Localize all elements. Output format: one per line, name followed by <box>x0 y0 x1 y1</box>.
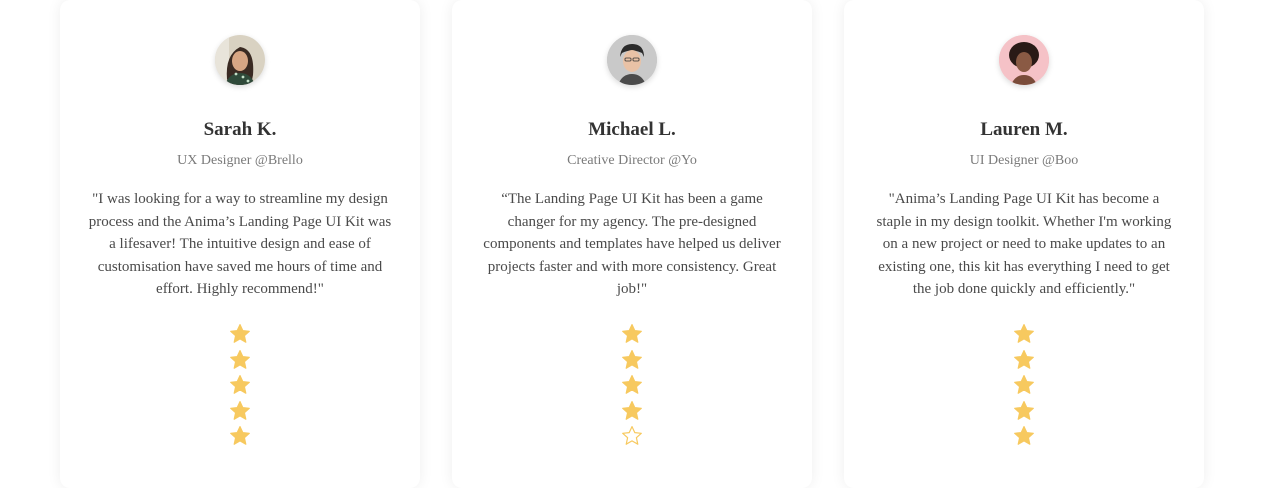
star-filled-icon <box>230 324 250 343</box>
person-name: Michael L. <box>588 119 676 140</box>
avatar-photo-icon <box>215 35 265 85</box>
avatar-photo-icon <box>999 35 1049 85</box>
testimonial-card: Michael L. Creative Director @Yo “The La… <box>452 0 812 488</box>
testimonial-quote: "I was looking for a way to streamline m… <box>88 191 392 298</box>
person-role: Creative Director @Yo <box>567 153 697 168</box>
avatar <box>999 35 1049 85</box>
star-filled-icon <box>622 400 642 420</box>
testimonial-card: Lauren M. UI Designer @Boo "Anima’s Land… <box>844 0 1204 488</box>
star-filled-icon <box>230 375 250 394</box>
star-rating <box>1012 323 1036 451</box>
avatar <box>607 35 657 85</box>
star-filled-icon <box>230 349 250 369</box>
star-empty-icon <box>622 426 642 446</box>
star-filled-icon <box>1014 426 1034 446</box>
testimonials-row: Sarah K. UX Designer @Brello "I was look… <box>60 0 1204 488</box>
star-filled-icon <box>230 426 250 446</box>
testimonial-card: Sarah K. UX Designer @Brello "I was look… <box>60 0 420 488</box>
testimonial-quote: "Anima’s Landing Page UI Kit has become … <box>876 191 1172 298</box>
star-filled-icon <box>1014 400 1034 420</box>
star-filled-icon <box>622 375 642 394</box>
person-name: Lauren M. <box>980 119 1068 140</box>
star-rating <box>228 323 252 451</box>
star-filled-icon <box>622 349 642 369</box>
avatar <box>215 35 265 85</box>
person-role: UX Designer @Brello <box>177 153 303 168</box>
star-filled-icon <box>1014 375 1034 394</box>
star-filled-icon <box>230 400 250 420</box>
star-filled-icon <box>622 324 642 343</box>
star-rating <box>620 323 644 451</box>
star-filled-icon <box>1014 324 1034 343</box>
avatar-photo-icon <box>607 35 657 85</box>
person-name: Sarah K. <box>203 119 277 140</box>
person-role: UI Designer @Boo <box>969 153 1079 168</box>
testimonial-quote: “The Landing Page UI Kit has been a game… <box>483 191 781 298</box>
star-filled-icon <box>1014 349 1034 369</box>
